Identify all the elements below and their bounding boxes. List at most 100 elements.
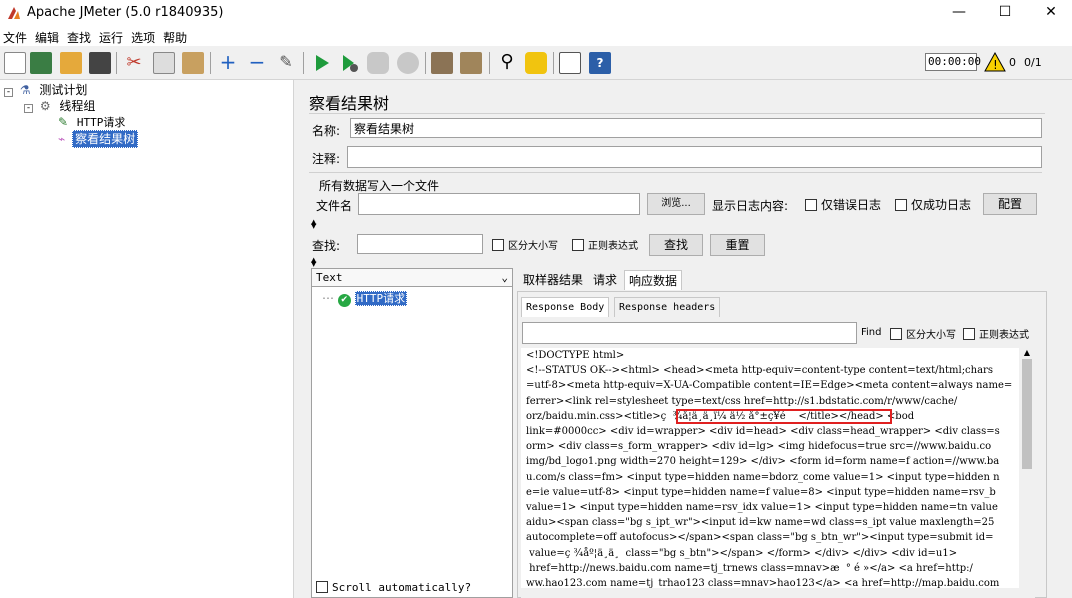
title-bar: Apache JMeter (5.0 r1840935) — ☐ ✕ [0, 0, 1072, 26]
test-plan-tree: - ⚗ 测试计划 - ⚙ 线程组 ✎ HTTP请求 ⌁ 察看结果树 [0, 80, 293, 598]
renderer-select[interactable]: Text ⌄ [312, 269, 512, 287]
new-icon[interactable] [4, 52, 26, 74]
find-input[interactable] [522, 322, 857, 344]
case-sensitive-label: 区分大小写 [508, 241, 558, 252]
response-body-text[interactable]: <!DOCTYPE html> <!--STATUS OK--><html> <h… [521, 348, 1019, 588]
splitter-arrows[interactable]: ▲ ▼ [311, 257, 1046, 268]
find-case-checkbox[interactable]: 区分大小写 [890, 326, 956, 341]
open-icon[interactable] [60, 52, 82, 74]
comment-field[interactable] [347, 146, 1042, 168]
response-line: orm> <div class=s_form_wrapper> <div id=… [526, 441, 992, 453]
response-line: ferrer><link rel=stylesheet type=text/cs… [526, 395, 958, 407]
response-line: value=1> <input type=hidden name=rsv_idx… [526, 502, 998, 514]
start-no-pause-icon[interactable] [339, 52, 361, 74]
browse-button[interactable]: 浏览... [647, 193, 705, 215]
collapse-toggle-icon[interactable]: - [24, 104, 33, 113]
menu-file[interactable]: 文件 [3, 26, 27, 46]
shutdown-icon[interactable] [397, 52, 419, 74]
success-only-label: 仅成功日志 [911, 198, 972, 212]
result-tabs: 取样器结果 请求 响应数据 [517, 270, 1047, 290]
menu-options[interactable]: 选项 [131, 26, 155, 46]
templates-icon[interactable] [30, 52, 52, 74]
tab-response-data[interactable]: 响应数据 [624, 270, 683, 290]
response-line: u.com/s class=fm> <input type=hidden nam… [526, 471, 1000, 483]
filename-label: 文件名 [316, 199, 353, 213]
splitter[interactable] [293, 80, 303, 598]
find-regex-checkbox[interactable]: 正则表达式 [963, 326, 1029, 341]
errors-only-label: 仅错误日志 [821, 198, 882, 212]
scroll-auto-checkbox[interactable]: Scroll automatically? [316, 581, 471, 594]
reset-search-icon[interactable] [525, 52, 547, 74]
clear-all-icon[interactable] [460, 52, 482, 74]
tree-node-http-request[interactable]: ✎ HTTP请求 [58, 114, 127, 130]
find-regex-label: 正则表达式 [979, 330, 1029, 341]
checkbox-box[interactable] [963, 328, 975, 340]
test-plan-icon: ⚗ [19, 83, 31, 97]
response-line: =utf-8><meta http-equiv=X-UA-Compatible … [526, 380, 1013, 392]
checkbox-box[interactable] [890, 328, 902, 340]
toolbar: ✂ + − ✎ ⚲ ? [0, 47, 1072, 80]
sample-item[interactable]: ⋯ ✔ HTTP请求 [322, 290, 408, 307]
success-only-checkbox[interactable]: 仅成功日志 [895, 196, 971, 213]
close-button[interactable]: ✕ [1028, 0, 1072, 26]
scroll-thumb[interactable] [1022, 359, 1032, 469]
vertical-scrollbar[interactable]: ▲ [1019, 348, 1035, 588]
menu-search[interactable]: 查找 [67, 26, 91, 46]
regex-label: 正则表达式 [588, 241, 638, 252]
name-field[interactable] [350, 118, 1042, 138]
menu-help[interactable]: 帮助 [163, 26, 187, 46]
comment-label: 注释: [312, 152, 341, 166]
toggle-icon[interactable]: ✎ [275, 52, 297, 74]
minimize-button[interactable]: — [936, 0, 982, 26]
copy-icon[interactable] [153, 52, 175, 74]
checkbox-box[interactable] [316, 581, 328, 593]
clear-icon[interactable] [431, 52, 453, 74]
reset-button[interactable]: 重置 [710, 234, 765, 256]
splitter-arrows[interactable]: ▲ ▼ [311, 219, 1046, 230]
response-line: e=ie value=utf-8> <input type=hidden nam… [526, 486, 996, 498]
subtab-response-headers[interactable]: Response headers [614, 297, 721, 317]
log-content-label: 显示日志内容: [712, 199, 789, 213]
subtab-response-body[interactable]: Response Body [521, 297, 610, 317]
start-icon[interactable] [311, 52, 333, 74]
paste-icon[interactable] [182, 52, 204, 74]
stop-icon[interactable] [367, 52, 389, 74]
help-icon[interactable]: ? [589, 52, 611, 74]
case-sensitive-checkbox[interactable]: 区分大小写 [492, 237, 558, 252]
configure-button[interactable]: 配置 [983, 193, 1037, 215]
function-helper-icon[interactable] [559, 52, 581, 74]
horizontal-scrollbar[interactable] [521, 588, 1035, 598]
search-icon[interactable]: ⚲ [496, 52, 518, 74]
search-input[interactable] [357, 234, 483, 254]
collapse-icon[interactable]: − [246, 52, 268, 74]
scroll-up-icon[interactable]: ▲ [1019, 348, 1035, 357]
response-line: <!--STATUS OK--><html> <head><meta http-… [526, 365, 993, 377]
tree-node-test-plan[interactable]: - ⚗ 测试计划 [4, 82, 89, 98]
filename-field[interactable] [358, 193, 640, 215]
gear-icon: ⚙ [39, 99, 51, 113]
tab-sampler-result[interactable]: 取样器结果 [519, 270, 588, 290]
response-line: autocomplete=off autofocus></span><span … [526, 532, 994, 544]
checkbox-box[interactable] [895, 199, 907, 211]
search-button[interactable]: 查找 [649, 234, 703, 256]
collapse-toggle-icon[interactable]: - [4, 88, 13, 97]
regex-checkbox[interactable]: 正则表达式 [572, 237, 638, 252]
cut-icon[interactable]: ✂ [123, 52, 145, 74]
menu-edit[interactable]: 编辑 [35, 26, 59, 46]
save-icon[interactable] [89, 52, 111, 74]
checkbox-box[interactable] [492, 239, 504, 251]
expand-icon[interactable]: + [217, 52, 239, 74]
maximize-button[interactable]: ☐ [982, 0, 1028, 26]
title-highlight-box [676, 409, 892, 424]
checkbox-box[interactable] [572, 239, 584, 251]
errors-only-checkbox[interactable]: 仅错误日志 [805, 196, 881, 213]
tab-request[interactable]: 请求 [589, 270, 622, 290]
tree-node-results-tree[interactable]: ⌁ 察看结果树 [58, 130, 139, 148]
checkbox-box[interactable] [805, 199, 817, 211]
response-line: href=http://news.baidu.com name=tj_trnew… [526, 562, 973, 574]
sampler-pen-icon: ✎ [58, 115, 69, 129]
menu-run[interactable]: 运行 [99, 26, 123, 46]
tree-node-thread-group[interactable]: - ⚙ 线程组 [24, 98, 97, 114]
elapsed-timer: 00:00:00 [925, 53, 981, 71]
warning-icon[interactable]: ! [984, 52, 1006, 72]
